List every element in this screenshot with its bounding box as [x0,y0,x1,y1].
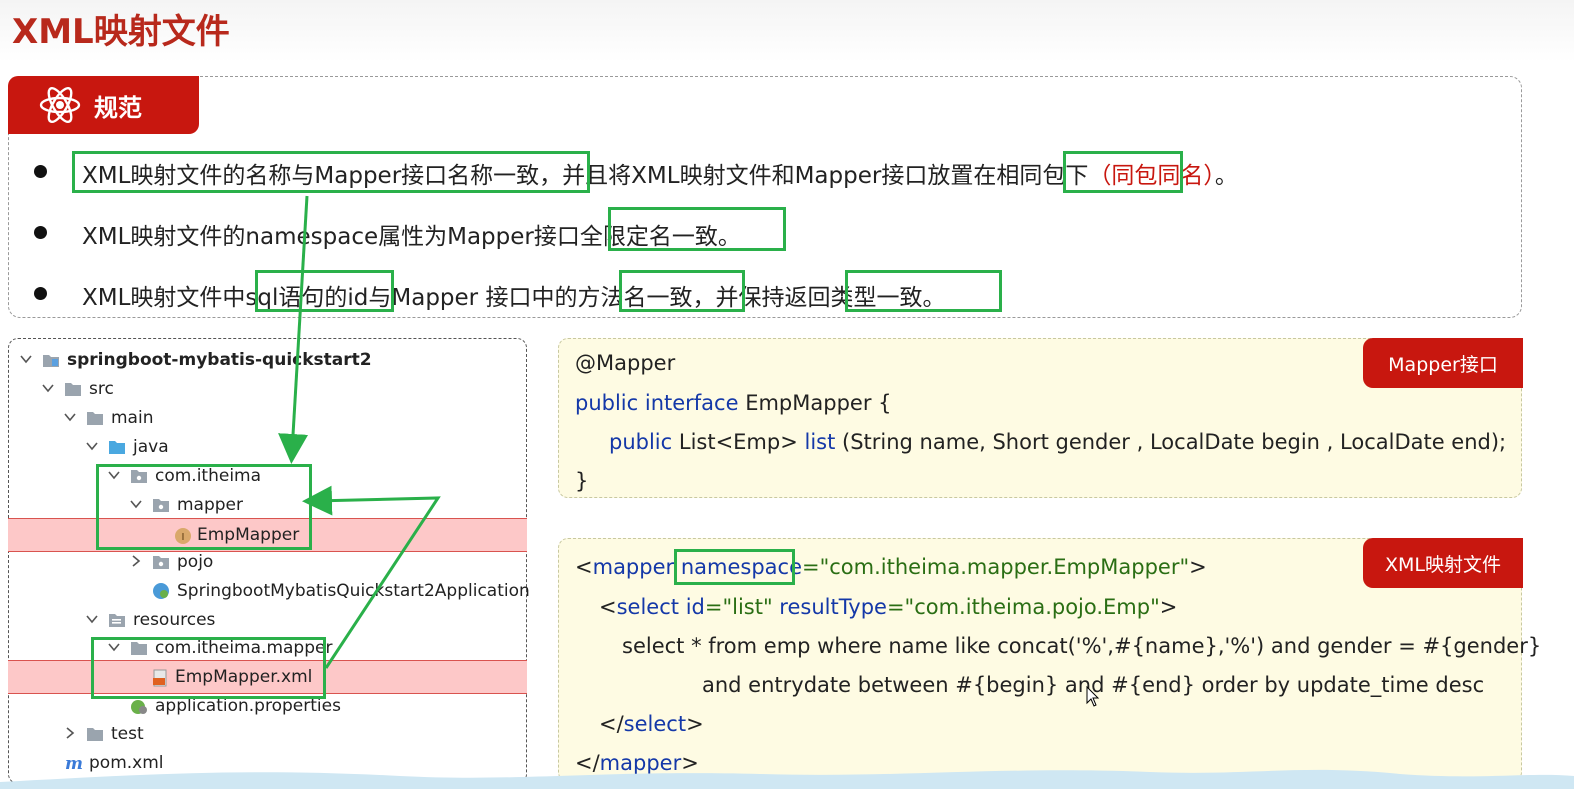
bullet-dot [34,226,47,239]
properties-file-icon [131,700,147,714]
project-folder-icon [43,355,59,367]
highlight-box-sql-id [255,270,394,312]
tree-item-label: src [89,379,114,399]
code-line-interface: public interface EmpMapper { [575,391,892,415]
page-title: XML映射文件 [12,12,230,52]
tree-item-label: pojo [177,552,214,572]
rule-2-part-1: XML映射文件的namespace属性为Mapper接口 [82,224,580,250]
chevron-right-icon[interactable] [130,555,142,567]
highlight-box-namespace [674,549,795,585]
highlight-box-interface-package [96,464,312,550]
bottom-wave-decoration [0,769,1574,789]
chevron-down-icon[interactable] [86,440,98,452]
package-icon [153,556,169,569]
xml-mapping-tab: XML映射文件 [1363,538,1523,588]
tree-item-pojo[interactable]: pojo [8,548,527,577]
code-line-sql-1: select * from emp where name like concat… [622,634,1542,658]
bullet-dot [34,165,47,178]
chevron-down-icon[interactable] [20,353,32,365]
tree-item-java[interactable]: java [8,433,527,462]
folder-icon [87,412,103,425]
tree-item-label: main [111,408,154,428]
tree-item-main[interactable]: main [8,404,527,433]
bullet-dot [34,287,47,300]
tree-item-resources[interactable]: resources [8,606,527,635]
atom-icon [39,86,81,124]
tree-item-label: resources [133,610,216,630]
tree-item-label: springboot-mybatis-quickstart2 [67,350,372,370]
rule-1-part-5: 。 [1214,163,1238,189]
mapper-annotation: @Mapper [575,351,676,375]
tree-item-label: SpringbootMybatisQuickstart2Application [177,581,530,601]
code-line-select-open: <select id="list" resultType="com.itheim… [599,595,1178,619]
spring-class-icon [153,583,169,599]
highlight-box-xml-package [91,637,326,699]
code-line-close-brace: } [575,469,589,493]
tree-item-application-class[interactable]: SpringbootMybatisQuickstart2Application [8,577,530,606]
code-line-mapper-open: <mapper namespace="com.itheima.mapper.Em… [575,555,1207,579]
folder-icon [65,383,81,396]
highlight-box-name-match [72,151,590,193]
rule-1-part-2: 并且将XML映射文件和Mapper接口放置在 [562,163,997,189]
tree-item-label: java [133,437,169,457]
highlight-box-return-type [845,270,1002,312]
resources-folder-icon [109,614,125,627]
rule-3-part-1: XML映射文件中 [82,285,246,311]
tree-item-test[interactable]: test [8,720,527,749]
tree-item-project[interactable]: springboot-mybatis-quickstart2 [8,346,527,375]
rule-3-part-3: 与Mapper 接口中的 [368,285,578,311]
code-line-select-close: </select> [599,712,704,736]
mapper-interface-tab: Mapper接口 [1363,338,1523,388]
title-bar [0,0,1574,62]
rules-tab-label: 规范 [94,93,142,122]
chevron-down-icon[interactable] [86,613,98,625]
rules-tab: 规范 [8,76,199,134]
chevron-down-icon[interactable] [42,382,54,394]
highlight-box-fully-qualified [608,207,786,251]
highlight-box-same-package [1063,151,1183,193]
chevron-right-icon[interactable] [64,727,76,739]
mouse-cursor-icon [1086,686,1100,707]
chevron-down-icon[interactable] [64,411,76,423]
tree-item-label: application.properties [155,696,341,716]
folder-icon [87,728,103,741]
source-folder-icon [109,441,125,454]
tree-item-src[interactable]: src [8,375,527,404]
code-line-list-method: public List<Emp> list (String name, Shor… [609,430,1507,454]
highlight-box-method-name [619,270,745,312]
tree-item-label: test [111,724,144,744]
